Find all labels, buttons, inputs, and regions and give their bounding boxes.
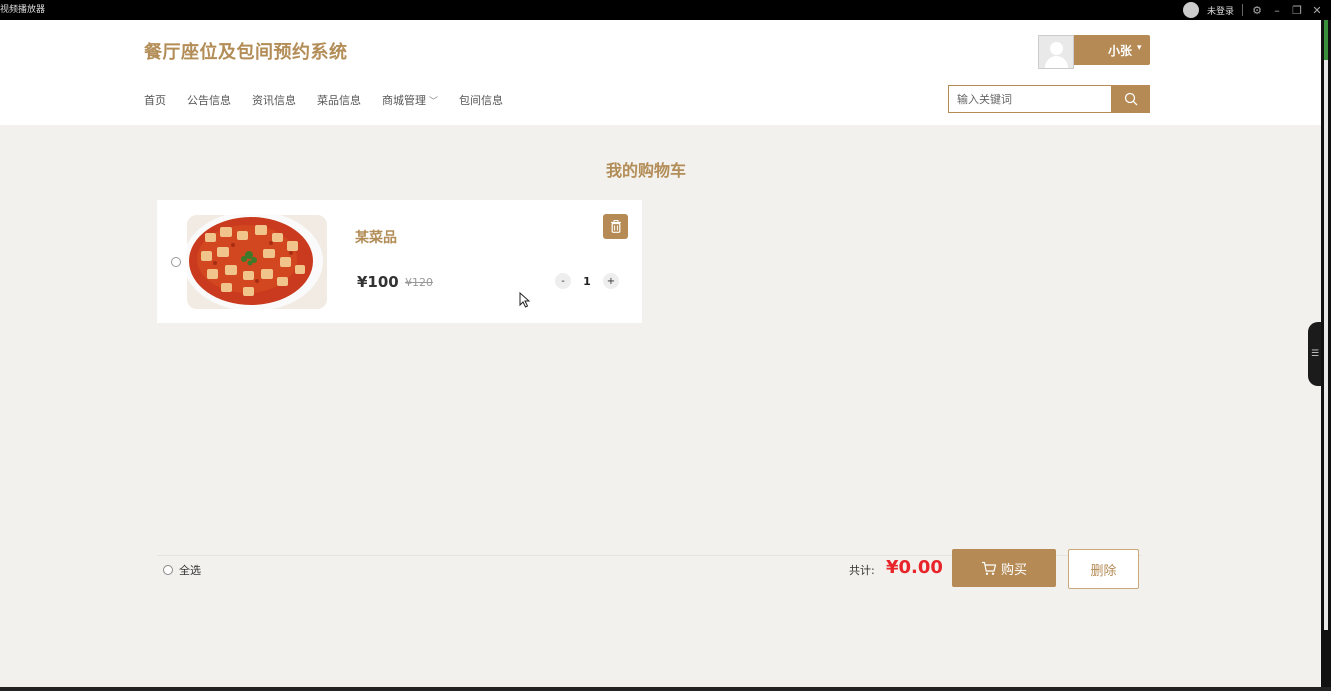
bottom-edge bbox=[0, 687, 1331, 691]
user-menu-button[interactable]: 小张 ▾ bbox=[1038, 35, 1150, 69]
quantity-stepper: - 1 + bbox=[555, 273, 619, 289]
side-panel-toggle[interactable]: ☰ bbox=[1308, 322, 1321, 386]
nav-item-news[interactable]: 资讯信息 bbox=[252, 92, 296, 108]
minimize-icon[interactable]: – bbox=[1271, 4, 1283, 17]
search-input[interactable] bbox=[948, 85, 1112, 113]
quantity-value[interactable]: 1 bbox=[571, 275, 603, 288]
cart-item: 某菜品 ¥100 ¥120 - 1 + bbox=[157, 200, 642, 323]
avatar[interactable] bbox=[1038, 35, 1074, 69]
buy-button[interactable]: 购买 bbox=[952, 549, 1056, 587]
trash-icon bbox=[610, 220, 621, 233]
select-all-label: 全选 bbox=[179, 564, 201, 577]
search-icon bbox=[1124, 92, 1137, 106]
mapo-tofu-image bbox=[187, 215, 327, 309]
total-label: 共计: bbox=[849, 564, 875, 577]
page-title: 我的购物车 bbox=[605, 161, 686, 180]
nav-item-rooms[interactable]: 包间信息 bbox=[459, 92, 503, 108]
user-name: 小张 bbox=[1108, 44, 1133, 58]
cart-icon bbox=[981, 561, 997, 575]
item-original-price: ¥120 bbox=[405, 276, 433, 289]
select-all-radio[interactable] bbox=[163, 565, 173, 575]
scrollbar-indicator bbox=[1324, 20, 1328, 60]
window-titlebar: 视频播放器 未登录 ⚙ – ❐ ✕ bbox=[0, 0, 1331, 20]
increase-quantity-button[interactable]: + bbox=[603, 273, 619, 289]
delete-selected-button[interactable]: 删除 bbox=[1068, 549, 1139, 589]
nav-item-dishes[interactable]: 菜品信息 bbox=[317, 92, 361, 108]
search-button[interactable] bbox=[1111, 85, 1150, 113]
delete-item-button[interactable] bbox=[603, 214, 628, 239]
page: 餐厅座位及包间预约系统 小张 ▾ 首页 公告信息 资讯信息 菜品信息 商城管理 ﹀… bbox=[0, 20, 1321, 687]
select-all-toggle[interactable]: 全选 bbox=[163, 562, 201, 578]
scrollbar-thumb[interactable] bbox=[1324, 20, 1328, 630]
site-header: 餐厅座位及包间预约系统 小张 ▾ 首页 公告信息 资讯信息 菜品信息 商城管理 ﹀… bbox=[0, 20, 1321, 125]
search-bar bbox=[948, 85, 1150, 113]
avatar-head-shape bbox=[1050, 42, 1063, 55]
nav-item-shop-management-label: 商城管理 bbox=[382, 94, 426, 107]
divider bbox=[1242, 4, 1243, 16]
nav-item-notices[interactable]: 公告信息 bbox=[187, 92, 231, 108]
buy-button-label: 购买 bbox=[1000, 562, 1027, 578]
list-icon: ☰ bbox=[1311, 349, 1320, 359]
mouse-cursor-icon bbox=[519, 292, 530, 308]
item-name[interactable]: 某菜品 bbox=[355, 227, 397, 247]
main-nav: 首页 公告信息 资讯信息 菜品信息 商城管理 ﹀ 包间信息 bbox=[144, 92, 524, 108]
chevron-down-icon: ﹀ bbox=[429, 97, 439, 107]
window-controls: 未登录 ⚙ – ❐ ✕ bbox=[1182, 1, 1323, 19]
avatar-body-shape bbox=[1045, 56, 1068, 68]
item-price: ¥100 bbox=[357, 273, 399, 291]
caret-down-icon: ▾ bbox=[1137, 43, 1142, 53]
settings-icon[interactable]: ⚙ bbox=[1251, 4, 1263, 17]
login-status[interactable]: 未登录 bbox=[1207, 4, 1234, 17]
decrease-quantity-button[interactable]: - bbox=[555, 273, 571, 289]
window-title: 视频播放器 bbox=[0, 5, 46, 15]
total-value: ¥0.00 bbox=[886, 557, 943, 578]
nav-item-shop-management[interactable]: 商城管理 ﹀ bbox=[382, 92, 438, 108]
site-title[interactable]: 餐厅座位及包间预约系统 bbox=[144, 38, 348, 64]
nav-item-home[interactable]: 首页 bbox=[144, 92, 166, 108]
page-scrollbar[interactable] bbox=[1321, 20, 1331, 687]
close-icon[interactable]: ✕ bbox=[1311, 4, 1323, 17]
item-select-radio[interactable] bbox=[171, 257, 181, 267]
dish-image[interactable] bbox=[187, 215, 327, 309]
restore-icon[interactable]: ❐ bbox=[1291, 4, 1303, 17]
user-icon[interactable] bbox=[1182, 2, 1199, 18]
